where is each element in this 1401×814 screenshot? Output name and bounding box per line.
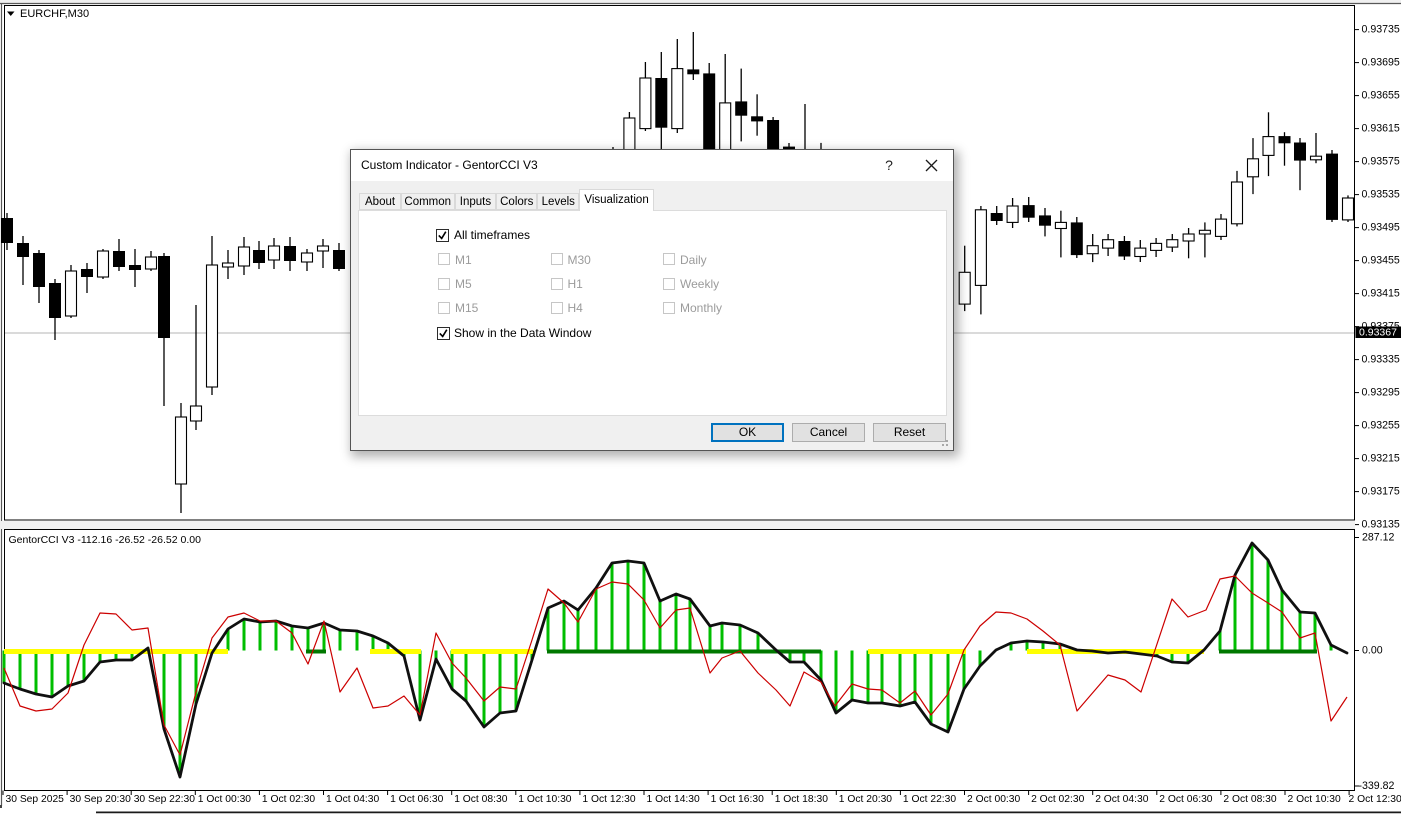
svg-text:0.93175: 0.93175 xyxy=(1362,486,1400,498)
svg-text:-339.82: -339.82 xyxy=(1359,780,1395,792)
svg-text:30 Sep 20:30: 30 Sep 20:30 xyxy=(70,794,132,805)
svg-text:0.93455: 0.93455 xyxy=(1362,255,1400,267)
svg-text:1 Oct 00:30: 1 Oct 00:30 xyxy=(198,794,252,805)
svg-text:0.93495: 0.93495 xyxy=(1362,222,1400,234)
svg-text:0.93335: 0.93335 xyxy=(1362,354,1400,366)
svg-text:2 Oct 00:30: 2 Oct 00:30 xyxy=(967,794,1021,805)
svg-text:1 Oct 18:30: 1 Oct 18:30 xyxy=(775,794,829,805)
svg-text:0.93655: 0.93655 xyxy=(1362,90,1400,102)
svg-text:0.93735: 0.93735 xyxy=(1362,24,1400,36)
svg-text:0.00: 0.00 xyxy=(1362,645,1383,657)
svg-text:2 Oct 02:30: 2 Oct 02:30 xyxy=(1031,794,1085,805)
svg-text:1 Oct 14:30: 1 Oct 14:30 xyxy=(647,794,701,805)
svg-text:0.93535: 0.93535 xyxy=(1362,189,1400,201)
svg-text:1 Oct 12:30: 1 Oct 12:30 xyxy=(582,794,636,805)
svg-text:1 Oct 04:30: 1 Oct 04:30 xyxy=(326,794,380,805)
svg-text:0.93615: 0.93615 xyxy=(1362,123,1400,135)
svg-text:1 Oct 08:30: 1 Oct 08:30 xyxy=(454,794,508,805)
svg-text:2 Oct 06:30: 2 Oct 06:30 xyxy=(1159,794,1213,805)
svg-text:1 Oct 10:30: 1 Oct 10:30 xyxy=(518,794,572,805)
svg-text:287.12: 287.12 xyxy=(1362,532,1395,544)
svg-text:30 Sep 22:30: 30 Sep 22:30 xyxy=(134,794,196,805)
svg-text:1 Oct 20:30: 1 Oct 20:30 xyxy=(839,794,893,805)
svg-text:2 Oct 04:30: 2 Oct 04:30 xyxy=(1095,794,1149,805)
svg-text:EURCHF,M30: EURCHF,M30 xyxy=(20,8,89,20)
svg-text:GentorCCI V3 -112.16 -26.52 -2: GentorCCI V3 -112.16 -26.52 -26.52 0.00 xyxy=(9,534,202,546)
svg-text:2 Oct 08:30: 2 Oct 08:30 xyxy=(1223,794,1277,805)
svg-text:0.93695: 0.93695 xyxy=(1362,57,1400,69)
svg-text:0.93367: 0.93367 xyxy=(1359,327,1397,339)
svg-text:0.93575: 0.93575 xyxy=(1362,156,1400,168)
svg-text:1 Oct 16:30: 1 Oct 16:30 xyxy=(711,794,765,805)
svg-text:1 Oct 02:30: 1 Oct 02:30 xyxy=(262,794,316,805)
svg-text:0.93415: 0.93415 xyxy=(1362,288,1400,300)
svg-text:0.93215: 0.93215 xyxy=(1362,453,1400,465)
svg-text:0.93135: 0.93135 xyxy=(1362,519,1400,531)
svg-text:1 Oct 22:30: 1 Oct 22:30 xyxy=(903,794,957,805)
svg-text:2 Oct 10:30: 2 Oct 10:30 xyxy=(1288,794,1342,805)
svg-text:2 Oct 12:30: 2 Oct 12:30 xyxy=(1349,794,1401,805)
svg-text:0.93255: 0.93255 xyxy=(1362,420,1400,432)
svg-text:30 Sep 2025: 30 Sep 2025 xyxy=(6,794,65,805)
svg-text:0.93295: 0.93295 xyxy=(1362,387,1400,399)
svg-text:1 Oct 06:30: 1 Oct 06:30 xyxy=(390,794,444,805)
